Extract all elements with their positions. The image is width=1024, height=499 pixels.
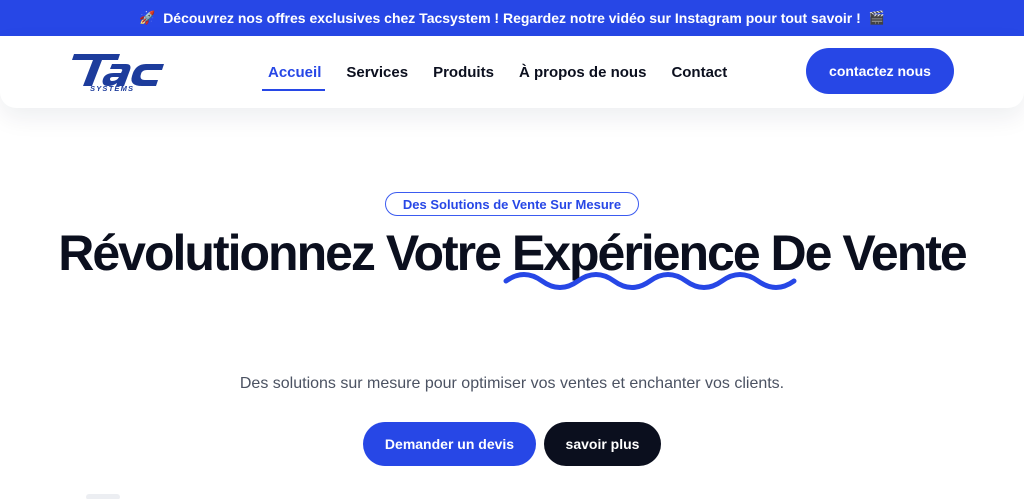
nav-a-propos[interactable]: À propos de nous <box>519 58 647 87</box>
main-nav: Accueil Services Produits À propos de no… <box>262 36 752 108</box>
nav-contact[interactable]: Contact <box>671 58 727 87</box>
hero-badge: Des Solutions de Vente Sur Mesure <box>385 192 639 216</box>
hero-headline: Révolutionnez Votre Expérience De Vente <box>0 222 1024 290</box>
clapperboard-icon: 🎬 <box>868 10 885 26</box>
partial-element <box>86 494 120 499</box>
headline-highlight: Expérience <box>503 222 797 290</box>
squiggle-underline <box>503 272 797 290</box>
contact-us-button[interactable]: contactez nous <box>806 48 954 94</box>
announcement-bar: 🚀 Découvrez nos offres exclusives chez T… <box>0 0 1024 36</box>
rocket-icon: 🚀 <box>139 10 156 26</box>
tac-systems-logo[interactable]: SYSTEMS <box>68 50 166 92</box>
nav-services[interactable]: Services <box>346 58 408 87</box>
request-quote-button[interactable]: Demander un devis <box>363 422 536 466</box>
logo-subtext: SYSTEMS <box>90 84 134 92</box>
learn-more-button[interactable]: savoir plus <box>544 422 661 466</box>
headline-part-1: Révolutionnez Votre <box>58 225 512 281</box>
nav-produits[interactable]: Produits <box>433 58 494 87</box>
hero-section: Des Solutions de Vente Sur Mesure Révolu… <box>0 108 1024 499</box>
nav-accueil[interactable]: Accueil <box>262 58 326 91</box>
hero-subtitle: Des solutions sur mesure pour optimiser … <box>239 375 785 392</box>
site-header: SYSTEMS Accueil Services Produits À prop… <box>0 36 1024 108</box>
announcement-text: Découvrez nos offres exclusives chez Tac… <box>163 10 861 26</box>
